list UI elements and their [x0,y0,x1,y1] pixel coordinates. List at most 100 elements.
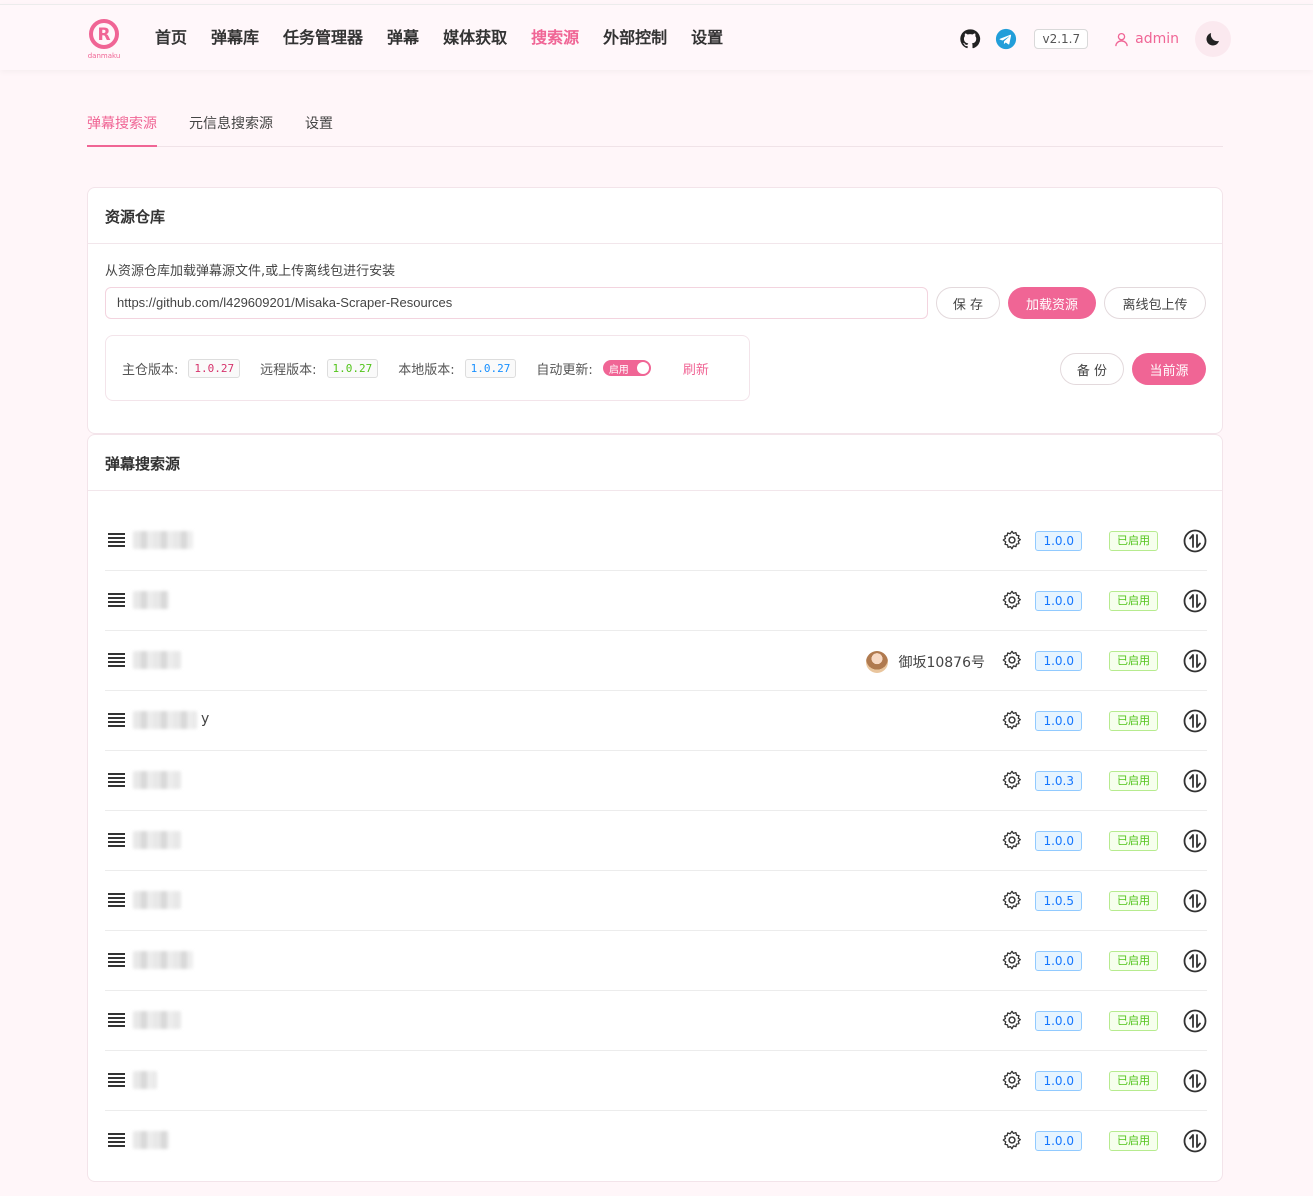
nav-settings[interactable]: 设置 [691,25,723,51]
nav-external-control[interactable]: 外部控制 [603,25,667,51]
toggle-enable-icon[interactable] [1183,769,1207,793]
table-row[interactable]: 1.0.0 已启用 [105,511,1207,571]
card-title: 资源仓库 [88,188,1222,244]
source-name-redacted [133,771,181,789]
drag-handle-icon[interactable] [108,1133,125,1147]
main-version-value: 1.0.27 [188,358,241,378]
load-resources-button[interactable]: 加载资源 [1008,287,1096,319]
toggle-enable-icon[interactable] [1183,949,1207,973]
source-name-redacted [133,951,193,969]
table-row[interactable]: y 1.0.0 已启用 [105,691,1207,751]
github-icon[interactable] [958,27,982,51]
gear-icon[interactable] [1001,949,1023,971]
toggle-enable-icon[interactable] [1183,1069,1207,1093]
drag-handle-icon[interactable] [108,893,125,907]
toggle-enable-icon[interactable] [1183,589,1207,613]
refresh-link[interactable]: 刷新 [683,359,709,378]
nav-search-sources[interactable]: 搜索源 [531,25,579,51]
table-row[interactable]: 1.0.0 已启用 [105,931,1207,991]
version-info-box: 主仓版本: 1.0.27 远程版本: 1.0.27 本地版本: 1.0.27 自… [105,335,750,401]
nav-task-manager[interactable]: 任务管理器 [283,25,363,51]
gear-icon[interactable] [1001,589,1023,611]
current-source-button[interactable]: 当前源 [1132,353,1206,385]
table-row[interactable]: 1.0.0 已启用 [105,1111,1207,1171]
table-row[interactable]: 御坂10876号 1.0.0 已启用 [105,631,1207,691]
source-version-tag: 1.0.0 [1035,531,1082,551]
toggle-enable-icon[interactable] [1183,1009,1207,1033]
offline-upload-button[interactable]: 离线包上传 [1104,287,1206,319]
table-row[interactable]: 1.0.3 已启用 [105,751,1207,811]
drag-handle-icon[interactable] [108,833,125,847]
gear-icon[interactable] [1001,1129,1023,1151]
drag-handle-icon[interactable] [108,653,125,667]
tab-metadata-sources[interactable]: 元信息搜索源 [189,112,273,147]
nav-home[interactable]: 首页 [155,25,187,51]
drag-handle-icon[interactable] [108,1073,125,1087]
gear-icon[interactable] [1001,1069,1023,1091]
toggle-enable-icon[interactable] [1183,529,1207,553]
status-badge: 已启用 [1109,831,1158,851]
toggle-enable-icon[interactable] [1183,649,1207,673]
toggle-enable-icon[interactable] [1183,829,1207,853]
gear-icon[interactable] [1001,529,1023,551]
gear-icon[interactable] [1001,829,1023,851]
gear-icon[interactable] [1001,1009,1023,1031]
source-name-redacted [133,891,181,909]
gear-icon[interactable] [1001,649,1023,671]
auto-update-switch[interactable]: 启用 [602,360,651,376]
table-row[interactable]: 1.0.0 已启用 [105,811,1207,871]
gear-icon[interactable] [1001,889,1023,911]
table-row[interactable]: 1.0.0 已启用 [105,991,1207,1051]
gear-icon[interactable] [1001,769,1023,791]
source-version-tag: 1.0.0 [1035,1131,1082,1151]
status-badge: 已启用 [1109,1011,1158,1031]
app-logo[interactable]: R danmaku [84,17,124,61]
source-version-tag: 1.0.0 [1035,831,1082,851]
theme-toggle-button[interactable] [1195,21,1231,57]
remote-version-label: 远程版本: [260,362,317,378]
user-icon [1115,32,1128,46]
toggle-enable-icon[interactable] [1183,1129,1207,1153]
drag-handle-icon[interactable] [108,593,125,607]
source-name-redacted [133,531,193,549]
toggle-enable-icon[interactable] [1183,709,1207,733]
user-menu[interactable]: admin [1114,31,1179,47]
source-version-tag: 1.0.0 [1035,1071,1082,1091]
drag-handle-icon[interactable] [108,773,125,787]
card-title: 弹幕搜索源 [88,435,1222,491]
nav-danmaku[interactable]: 弹幕 [387,25,419,51]
telegram-icon[interactable] [994,27,1018,51]
table-row[interactable]: 1.0.0 已启用 [105,1051,1207,1111]
source-name-redacted [133,1071,157,1089]
source-name-redacted [133,591,169,609]
save-button[interactable]: 保 存 [936,287,1000,319]
local-version-label: 本地版本: [398,362,455,378]
source-name-suffix: y [201,711,210,727]
resource-repo-card: 资源仓库 从资源仓库加载弹幕源文件,或上传离线包进行安装 https://git… [87,187,1223,434]
status-badge: 已启用 [1109,1131,1158,1151]
backup-button[interactable]: 备 份 [1060,353,1124,385]
author-avatar [866,651,889,673]
gear-icon[interactable] [1001,709,1023,731]
auto-update-label: 自动更新: [536,362,593,378]
table-row[interactable]: 1.0.0 已启用 [105,571,1207,631]
status-badge: 已启用 [1109,651,1158,671]
source-version-tag: 1.0.5 [1035,891,1082,911]
source-name-redacted [133,711,197,729]
source-version-tag: 1.0.0 [1035,651,1082,671]
status-badge: 已启用 [1109,891,1158,911]
drag-handle-icon[interactable] [108,533,125,547]
table-row[interactable]: 1.0.5 已启用 [105,871,1207,931]
drag-handle-icon[interactable] [108,953,125,967]
nav-danmaku-library[interactable]: 弹幕库 [211,25,259,51]
header-actions: v2.1.7 admin [958,21,1231,57]
source-version-tag: 1.0.0 [1035,711,1082,731]
drag-handle-icon[interactable] [108,713,125,727]
repo-url-input[interactable]: https://github.com/l429609201/Misaka-Scr… [105,287,928,319]
nav-media-fetch[interactable]: 媒体获取 [443,25,507,51]
svg-text:danmaku: danmaku [88,52,121,60]
tab-settings[interactable]: 设置 [305,112,333,147]
drag-handle-icon[interactable] [108,1013,125,1027]
toggle-enable-icon[interactable] [1183,889,1207,913]
tab-danmaku-sources[interactable]: 弹幕搜索源 [87,112,157,147]
